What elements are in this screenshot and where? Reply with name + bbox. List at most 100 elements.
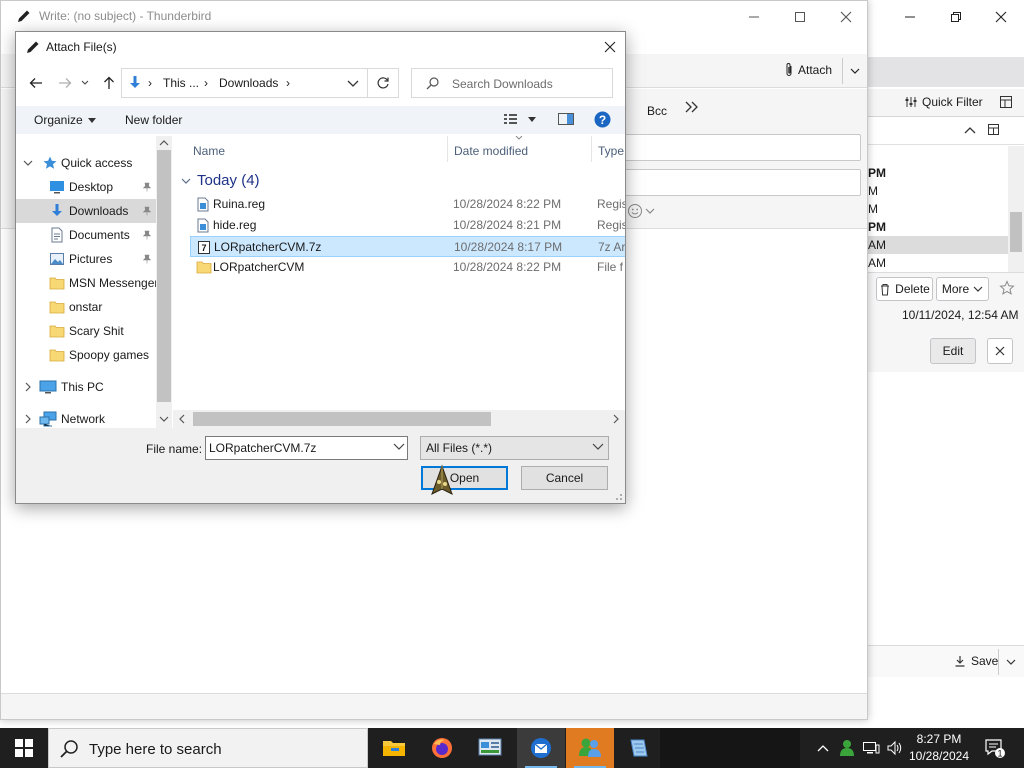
column-picker-icon[interactable] xyxy=(987,123,1001,137)
attach-button[interactable]: Attach xyxy=(784,62,832,78)
navigation-pane-scrollbar[interactable] xyxy=(156,136,172,428)
back-button[interactable] xyxy=(25,72,47,94)
cancel-button[interactable]: Cancel xyxy=(521,466,608,490)
chevron-right-icon[interactable] xyxy=(22,414,34,424)
breadcrumb-separator[interactable]: › xyxy=(148,76,152,90)
column-date-modified[interactable]: Date modified xyxy=(454,144,528,158)
main-restore-button[interactable] xyxy=(933,0,979,33)
more-fields-icon[interactable] xyxy=(685,101,699,113)
thread-row[interactable]: M xyxy=(868,200,1008,218)
compose-close-button[interactable] xyxy=(823,1,869,32)
tray-network[interactable] xyxy=(860,728,882,768)
dismiss-button[interactable] xyxy=(987,338,1013,364)
nav-this-pc[interactable]: This PC xyxy=(16,375,156,399)
up-button[interactable] xyxy=(98,72,120,94)
column-name[interactable]: Name xyxy=(193,144,225,158)
forward-button[interactable] xyxy=(54,72,76,94)
taskbar-file-explorer[interactable] xyxy=(370,728,418,768)
save-dropdown-button[interactable] xyxy=(998,649,1022,675)
breadcrumb-downloads[interactable]: Downloads xyxy=(219,76,278,90)
save-button[interactable]: Save xyxy=(954,654,998,668)
chevron-down-icon[interactable] xyxy=(393,441,405,451)
dialog-close-button[interactable] xyxy=(595,32,625,62)
scrollbar-thumb[interactable] xyxy=(157,150,171,402)
scroll-down-arrow-icon[interactable] xyxy=(159,416,169,423)
new-folder-button[interactable]: New folder xyxy=(125,113,182,127)
nav-network[interactable]: Network xyxy=(16,407,156,428)
file-row-lorpatchercvm-folder[interactable]: LORpatcherCVM 10/28/2024 8:22 PM File f xyxy=(190,257,625,278)
scroll-left-arrow-icon[interactable] xyxy=(178,414,185,424)
chevron-down-icon[interactable] xyxy=(592,441,604,451)
nav-downloads[interactable]: Downloads xyxy=(16,199,156,223)
main-minimize-button[interactable] xyxy=(887,0,933,33)
main-close-button[interactable] xyxy=(978,0,1024,33)
file-list-horizontal-scrollbar[interactable] xyxy=(173,410,625,428)
attach-dropdown-button[interactable] xyxy=(842,58,866,84)
thread-row[interactable]: PM xyxy=(868,164,1008,182)
chevron-right-icon[interactable] xyxy=(22,382,34,392)
taskbar-search-box[interactable]: Type here to search xyxy=(48,728,368,768)
nav-spoopy-games[interactable]: Spoopy games xyxy=(16,343,156,367)
file-type-select[interactable]: All Files (*.*) xyxy=(420,436,609,460)
taskbar-clock[interactable]: 8:27 PM 10/28/2024 xyxy=(908,731,970,765)
nav-onstar[interactable]: onstar xyxy=(16,295,156,319)
show-hidden-icons-button[interactable] xyxy=(814,728,832,768)
taskbar-msn-messenger[interactable] xyxy=(566,728,614,768)
thread-row[interactable]: AM xyxy=(868,254,1008,272)
preview-pane-button[interactable] xyxy=(558,112,574,126)
nav-desktop[interactable]: Desktop xyxy=(16,175,156,199)
nav-quick-access[interactable]: Quick access xyxy=(16,151,156,175)
more-button[interactable]: More xyxy=(936,277,989,301)
file-row-hide-reg[interactable]: hide.reg 10/28/2024 8:21 PM Regis xyxy=(190,215,625,236)
column-divider[interactable] xyxy=(447,136,448,162)
nav-pictures[interactable]: Pictures xyxy=(16,247,156,271)
subject-field[interactable] xyxy=(613,169,861,196)
view-options-button[interactable] xyxy=(503,112,536,126)
resize-grip-icon[interactable] xyxy=(613,491,623,501)
taskbar-firefox[interactable] xyxy=(418,728,466,768)
refresh-button[interactable] xyxy=(367,69,397,97)
help-button[interactable]: ? xyxy=(594,111,611,128)
thread-scrollbar[interactable] xyxy=(1008,146,1024,272)
column-divider[interactable] xyxy=(591,136,592,162)
to-recipient-field[interactable] xyxy=(613,134,861,161)
nav-documents[interactable]: Documents xyxy=(16,223,156,247)
bcc-button[interactable]: Bcc xyxy=(647,104,667,118)
nav-scary-shit[interactable]: Scary Shit xyxy=(16,319,156,343)
recent-locations-button[interactable] xyxy=(78,72,92,94)
breadcrumb-separator[interactable]: › xyxy=(286,76,290,90)
taskbar-thunderbird[interactable] xyxy=(517,728,565,768)
quick-filter-button[interactable]: Quick Filter xyxy=(904,95,983,109)
organize-button[interactable]: Organize xyxy=(34,113,96,127)
emoji-button[interactable] xyxy=(627,203,655,219)
layout-icon[interactable] xyxy=(999,95,1013,109)
taskbar-notepad[interactable] xyxy=(614,728,662,768)
compose-minimize-button[interactable] xyxy=(731,1,777,32)
column-type[interactable]: Type xyxy=(598,144,624,158)
start-button[interactable] xyxy=(0,728,48,768)
tray-volume[interactable] xyxy=(884,728,906,768)
star-icon[interactable] xyxy=(999,280,1015,296)
file-row-ruina-reg[interactable]: Ruina.reg 10/28/2024 8:22 PM Regis xyxy=(190,194,625,215)
search-downloads-input[interactable]: Search Downloads xyxy=(411,68,613,98)
thread-row[interactable]: AM xyxy=(868,236,1008,254)
nav-msn-messenger[interactable]: MSN Messenger xyxy=(16,271,156,295)
scrollbar-thumb[interactable] xyxy=(193,412,491,426)
compose-maximize-button[interactable] xyxy=(777,1,823,32)
group-header-today[interactable]: Today (4) xyxy=(181,172,260,189)
breadcrumb-this-pc[interactable]: This ... xyxy=(163,76,199,90)
scroll-right-arrow-icon[interactable] xyxy=(613,414,620,424)
address-bar[interactable]: › This ... › Downloads › xyxy=(121,68,399,98)
tray-messenger-status[interactable] xyxy=(836,728,858,768)
action-center-button[interactable]: 1 xyxy=(980,728,1010,768)
address-history-dropdown[interactable] xyxy=(347,80,359,88)
file-row-lorpatchercvm-7z[interactable]: 7 LORpatcherCVM.7z 10/28/2024 8:17 PM 7z… xyxy=(190,236,625,257)
chevron-down-icon[interactable] xyxy=(22,159,34,167)
delete-button[interactable]: Delete xyxy=(876,277,933,301)
taskbar-control-panel[interactable] xyxy=(466,728,514,768)
file-name-input[interactable]: LORpatcherCVM.7z xyxy=(205,436,408,460)
thread-row[interactable]: PM xyxy=(868,218,1008,236)
scroll-up-arrow-icon[interactable] xyxy=(159,139,169,146)
edit-button[interactable]: Edit xyxy=(930,338,976,364)
thread-row[interactable]: M xyxy=(868,182,1008,200)
